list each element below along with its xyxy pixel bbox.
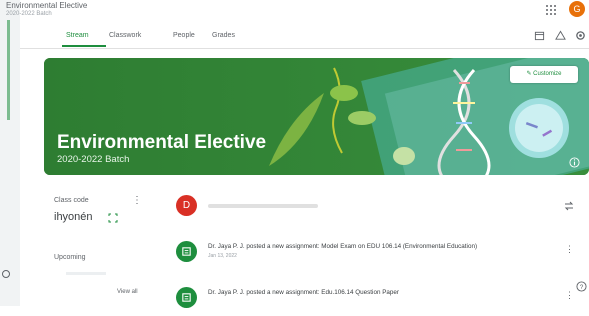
banner-title: Environmental Elective [57,132,267,153]
upcoming-label: Upcoming [54,254,86,261]
class-code-value: ihyonén [54,211,93,223]
stream-item[interactable]: Dr. Jaya P. J. posted a new assignment: … [168,280,589,316]
help-icon[interactable]: ? [576,281,587,292]
more-options-icon[interactable]: ⋮ [565,244,574,255]
fullscreen-icon[interactable] [108,213,118,223]
tab-stream[interactable]: Stream [66,32,89,39]
repost-icon[interactable] [563,200,575,212]
user-avatar: D [176,195,197,216]
stream-item-date: Jan 13, 2022 [208,253,237,259]
side-strip [0,0,20,306]
class-code-menu-icon[interactable]: ⋮ [132,195,142,206]
assignment-icon [176,241,197,262]
calendar-icon[interactable] [534,30,545,41]
announce-placeholder[interactable] [208,204,318,208]
side-indicator [7,20,10,120]
side-dot-icon [2,270,10,278]
settings-icon[interactable] [575,30,586,41]
upcoming-placeholder [66,272,106,275]
more-options-icon[interactable]: ⋮ [565,290,574,301]
account-avatar[interactable]: G [569,1,585,17]
class-code-label: Class code [54,197,89,204]
view-all-link[interactable]: View all [117,289,138,295]
banner-subtitle: 2020-2022 Batch [57,154,130,165]
top-bar: Environmental Elective 2020-2022 Batch G [0,0,589,24]
header-course-title[interactable]: Environmental Elective [6,1,87,10]
stream-item-text[interactable]: Dr. Jaya P. J. posted a new assignment: … [208,289,399,296]
stream-item[interactable]: Dr. Jaya P. J. posted a new assignment: … [168,234,589,270]
tab-people[interactable]: People [173,32,195,39]
active-tab-indicator [62,45,106,47]
tab-classwork[interactable]: Classwork [109,32,141,39]
announce-card[interactable]: D [168,188,589,224]
info-icon[interactable] [569,157,580,168]
customize-button[interactable]: ✎ Customize [510,66,578,83]
drive-icon[interactable] [555,30,566,41]
svg-text:?: ? [580,284,584,291]
tab-grades[interactable]: Grades [212,32,235,39]
assignment-icon [176,287,197,308]
apps-grid-icon[interactable] [545,4,557,16]
header-course-subtitle: 2020-2022 Batch [6,11,52,17]
class-code-card: Class code ⋮ ihyonén [44,185,154,235]
stream-item-text[interactable]: Dr. Jaya P. J. posted a new assignment: … [208,243,477,250]
customize-label: Customize [533,71,562,77]
tab-bar: Stream Classwork People Grades [20,24,589,49]
course-banner: ✎ Customize Environmental Elective 2020-… [44,58,589,175]
